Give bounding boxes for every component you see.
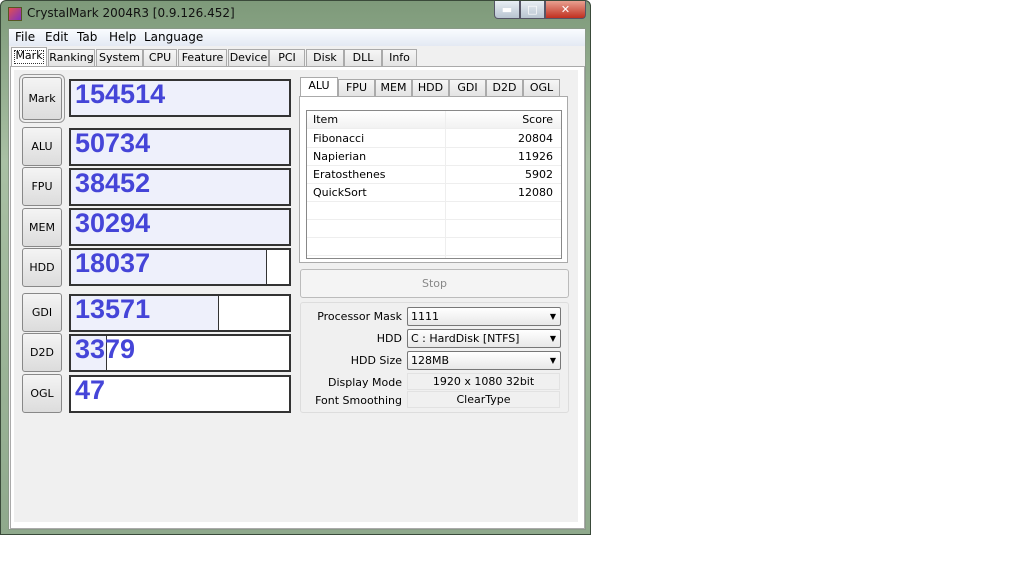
gdi-score-bar: 13571 — [69, 294, 291, 332]
menu-language[interactable]: Language — [144, 30, 203, 44]
app-icon — [8, 7, 22, 21]
table-row[interactable]: Eratosthenes 5902 — [307, 166, 561, 184]
window-title: CrystalMark 2004R3 [0.9.126.452] — [27, 6, 235, 20]
mem-score-value: 30294 — [75, 208, 151, 238]
subtab-fpu[interactable]: FPU — [338, 79, 375, 97]
tab-cpu[interactable]: CPU — [143, 49, 177, 67]
gdi-score-value: 13571 — [75, 294, 151, 324]
fpu-score-value: 38452 — [75, 168, 151, 198]
chevron-down-icon: ▼ — [549, 312, 556, 321]
mark-score-bar: 154514 — [69, 79, 291, 117]
stop-button[interactable]: Stop — [300, 269, 569, 298]
table-row[interactable]: Fibonacci 20804 — [307, 130, 561, 148]
item-name: Napierian — [313, 150, 367, 163]
minimize-button[interactable]: ▬ — [494, 1, 520, 19]
menu-help[interactable]: Help — [109, 30, 136, 44]
ogl-score-value: 47 — [75, 375, 106, 405]
table-row[interactable]: Napierian 11926 — [307, 148, 561, 166]
hdd-size-value: 128MB — [411, 354, 450, 367]
display-mode-value: 1920 x 1080 32bit — [407, 373, 560, 390]
tab-ranking[interactable]: Ranking — [48, 49, 95, 67]
fpu-button[interactable]: FPU — [22, 167, 62, 206]
menu-file[interactable]: File — [15, 30, 35, 44]
subtab-mem[interactable]: MEM — [375, 79, 412, 97]
processor-mask-select[interactable]: 1111 ▼ — [407, 307, 561, 326]
tab-dll[interactable]: DLL — [344, 49, 382, 67]
hdd-select[interactable]: C : HardDisk [NTFS] ▼ — [407, 329, 561, 348]
tab-device[interactable]: Device — [228, 49, 269, 67]
hdd-size-select[interactable]: 128MB ▼ — [407, 351, 561, 370]
hdd-size-label: HDD Size — [350, 354, 402, 367]
alu-score-value: 50734 — [75, 128, 151, 158]
hdd-value: C : HardDisk [NTFS] — [411, 332, 520, 345]
item-score: 11926 — [518, 150, 553, 163]
hdd-label: HDD — [376, 332, 402, 345]
subtab-gdi[interactable]: GDI — [449, 79, 486, 97]
subtab-d2d[interactable]: D2D — [486, 79, 523, 97]
d2d-score-value: 3379 — [75, 334, 136, 364]
font-smoothing-label: Font Smoothing — [315, 394, 402, 407]
alu-button[interactable]: ALU — [22, 127, 62, 166]
column-divider — [445, 111, 446, 258]
header-score[interactable]: Score — [522, 111, 553, 128]
table-row[interactable]: QuickSort 12080 — [307, 184, 561, 202]
alu-score-bar: 50734 — [69, 128, 291, 166]
processor-mask-value: 1111 — [411, 310, 439, 323]
tab-disk[interactable]: Disk — [306, 49, 344, 67]
d2d-button[interactable]: D2D — [22, 333, 62, 372]
table-header: Item Score — [307, 111, 561, 129]
fpu-score-bar: 38452 — [69, 168, 291, 206]
hdd-score-value: 18037 — [75, 248, 151, 278]
hdd-button[interactable]: HDD — [22, 248, 62, 287]
mark-button[interactable]: Mark — [19, 74, 65, 123]
font-smoothing-value: ClearType — [407, 391, 560, 408]
gdi-button[interactable]: GDI — [22, 293, 62, 332]
tab-feature[interactable]: Feature — [178, 49, 227, 67]
subtab-alu[interactable]: ALU — [300, 77, 338, 97]
processor-mask-label: Processor Mask — [317, 310, 402, 323]
d2d-score-bar: 3379 — [69, 334, 291, 372]
tab-info[interactable]: Info — [382, 49, 417, 67]
mark-score-value: 154514 — [75, 79, 166, 109]
tab-mark[interactable]: Mark — [11, 47, 47, 67]
item-score: 12080 — [518, 186, 553, 199]
menu-tab[interactable]: Tab — [77, 30, 97, 44]
item-name: QuickSort — [313, 186, 367, 199]
ogl-score-bar: 47 — [69, 375, 291, 413]
mem-button[interactable]: MEM — [22, 208, 62, 247]
score-table: Item Score Fibonacci 20804 Napierian 11926 E… — [306, 110, 562, 259]
close-button[interactable]: ✕ — [545, 1, 586, 19]
item-name: Eratosthenes — [313, 168, 386, 181]
tab-pci[interactable]: PCI — [269, 49, 305, 67]
table-row[interactable] — [307, 220, 561, 238]
header-item[interactable]: Item — [313, 111, 338, 128]
menu-edit[interactable]: Edit — [45, 30, 68, 44]
hdd-score-bar: 18037 — [69, 248, 291, 286]
ogl-button[interactable]: OGL — [22, 374, 62, 413]
item-score: 20804 — [518, 132, 553, 145]
subtab-hdd[interactable]: HDD — [412, 79, 449, 97]
maximize-button[interactable]: □ — [520, 1, 545, 19]
display-mode-label: Display Mode — [327, 376, 402, 389]
item-name: Fibonacci — [313, 132, 365, 145]
chevron-down-icon: ▼ — [549, 356, 556, 365]
table-row[interactable] — [307, 202, 561, 220]
mem-score-bar: 30294 — [69, 208, 291, 246]
table-row[interactable] — [307, 238, 561, 256]
item-score: 5902 — [525, 168, 553, 181]
subtab-ogl[interactable]: OGL — [523, 79, 560, 97]
tab-system[interactable]: System — [96, 49, 143, 67]
menu-bar: File Edit Tab Help Language — [9, 29, 585, 46]
chevron-down-icon: ▼ — [549, 334, 556, 343]
